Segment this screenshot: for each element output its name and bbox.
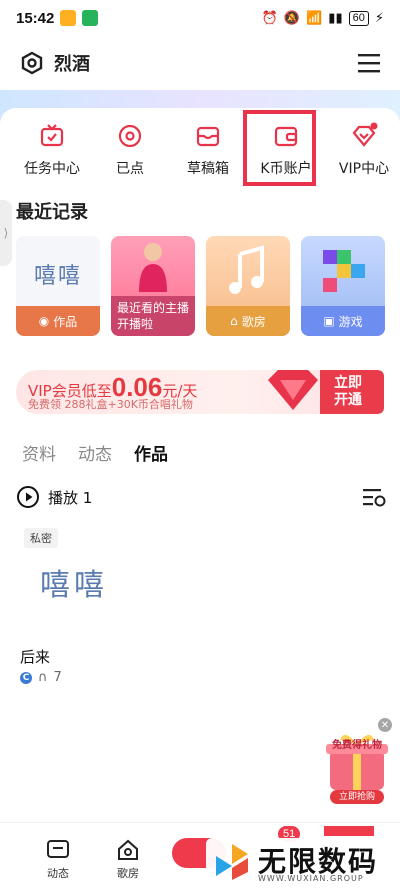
nav-label: 歌房 (117, 867, 139, 880)
site-watermark: 无限数码 WWW.WUXIAN.GROUP (206, 838, 400, 888)
top-nav: 烈酒 (0, 36, 400, 90)
recent-card-caption: ◉ 作品 (16, 306, 100, 336)
score-grade-icon: C (20, 671, 32, 684)
quick-actions: 任务中心 已点 草稿箱 K币账户 VIP中心 (0, 122, 400, 186)
status-bar: 15:42 ⏰ 🔕 📶 ▮▮ 60 ⚡ (0, 0, 400, 36)
record-icon: ◉ (38, 314, 50, 328)
headphones-icon: ∩ (38, 670, 48, 685)
play-all-row: 播放 1 (16, 484, 386, 510)
nav-profile-indicator[interactable] (324, 826, 374, 836)
watermark-url: WWW.WUXIAN.GROUP (258, 874, 364, 883)
quick-action-label: 任务中心 (24, 161, 80, 177)
home-icon: ⌂ (230, 314, 238, 328)
recent-card-song-room[interactable]: ⌂ 歌房 (206, 236, 290, 336)
quick-action-vip-center[interactable]: VIP中心 (328, 122, 400, 186)
wechat-app-icon (60, 10, 77, 26)
menu-icon[interactable] (358, 53, 380, 73)
recent-card-label: 游戏 (338, 314, 363, 329)
gift-promo-button[interactable]: 立即抢购 (330, 790, 384, 804)
recent-card-caption: ▣ 游戏 (301, 306, 385, 336)
recent-records: 嘻嘻 ◉ 作品 最近看的主播开播啦 ⌂ 歌房 ▣ 游戏 (16, 236, 386, 336)
recent-card-label: 歌房 (241, 314, 266, 329)
side-drawer-handle[interactable]: ⟩ (0, 200, 12, 266)
recent-card-streamer[interactable]: 最近看的主播开播啦 (111, 236, 195, 336)
song-title[interactable]: 后来 (20, 646, 50, 667)
recent-card-caption: 最近看的主播开播啦 (111, 296, 195, 336)
play-count: 7 (53, 670, 62, 685)
wifi-icon: 📶 (306, 10, 323, 26)
work-cover-art[interactable]: 嘻嘻 (40, 560, 108, 604)
close-icon[interactable]: ✕ (378, 718, 392, 732)
home-icon (118, 839, 138, 860)
vip-cta-line1: 立即 (334, 375, 362, 391)
user-avatar-icon[interactable] (20, 51, 44, 75)
play-icon[interactable] (16, 485, 40, 509)
music-note-icon (229, 245, 264, 294)
nav-feed[interactable]: 动态 (36, 839, 80, 881)
signal-icon: ▮▮ (328, 10, 343, 26)
vip-promo-subtext: 免费领 288礼盒+30K币合唱礼物 (28, 398, 193, 411)
recent-card-works[interactable]: 嘻嘻 ◉ 作品 (16, 236, 100, 336)
profile-name: 烈酒 (54, 54, 90, 75)
profile-tabs: 资料 动态 作品 (22, 440, 168, 465)
song-meta: C ∩ 7 (20, 670, 62, 685)
sort-filter-icon[interactable] (362, 486, 386, 508)
streamer-photo (139, 243, 167, 292)
quick-action-ordered[interactable]: 已点 (94, 122, 166, 186)
gift-promo-title: 免费得礼物 (332, 740, 382, 751)
status-indicators: ⏰ 🔕 📶 ▮▮ 60 ⚡ (261, 10, 384, 26)
quick-action-label: 已点 (116, 161, 144, 177)
charging-icon: ⚡ (374, 10, 384, 26)
tab-works[interactable]: 作品 (134, 440, 168, 465)
draft-box-icon (196, 126, 220, 147)
vip-diamond-icon (352, 122, 378, 147)
battery-icon: 60 (348, 10, 369, 26)
alarm-icon: ⏰ (261, 10, 278, 26)
nav-song-room[interactable]: 歌房 (106, 839, 150, 881)
gamepad-icon: ▣ (323, 314, 335, 328)
quick-action-drafts[interactable]: 草稿箱 (172, 122, 244, 186)
recent-section-title: 最近记录 (16, 202, 88, 223)
watermark-logo-icon (216, 844, 248, 880)
mute-icon: 🔕 (283, 10, 301, 26)
status-time: 15:42 (16, 9, 55, 27)
quick-action-label: 草稿箱 (187, 161, 229, 177)
vip-open-button[interactable]: 立即 开通 (320, 370, 384, 414)
game-blocks-icon (323, 250, 365, 292)
disc-icon (118, 124, 142, 148)
vip-promo-banner[interactable]: VIP会员低至0.06元/天 免费领 288礼盒+30K币合唱礼物 立即 开通 (16, 370, 384, 414)
nav-label: 动态 (47, 867, 69, 880)
recent-card-caption: ⌂ 歌房 (206, 306, 290, 336)
recent-card-label: 作品 (53, 314, 78, 329)
recent-card-games[interactable]: ▣ 游戏 (301, 236, 385, 336)
vip-gem-icon (268, 370, 318, 410)
quick-action-task-center[interactable]: 任务中心 (16, 122, 88, 186)
play-all-label[interactable]: 播放 1 (48, 487, 92, 508)
highlight-annotation (243, 110, 316, 186)
chat-box-icon (47, 840, 69, 858)
notification-app-icon (82, 10, 99, 26)
vip-cta-line2: 开通 (334, 392, 362, 408)
tab-feed[interactable]: 动态 (78, 440, 112, 465)
private-badge: 私密 (24, 528, 58, 548)
quick-action-label: VIP中心 (338, 161, 390, 177)
work-cover-art: 嘻嘻 (33, 264, 82, 289)
tab-profile[interactable]: 资料 (22, 440, 56, 465)
tv-icon (40, 124, 64, 147)
